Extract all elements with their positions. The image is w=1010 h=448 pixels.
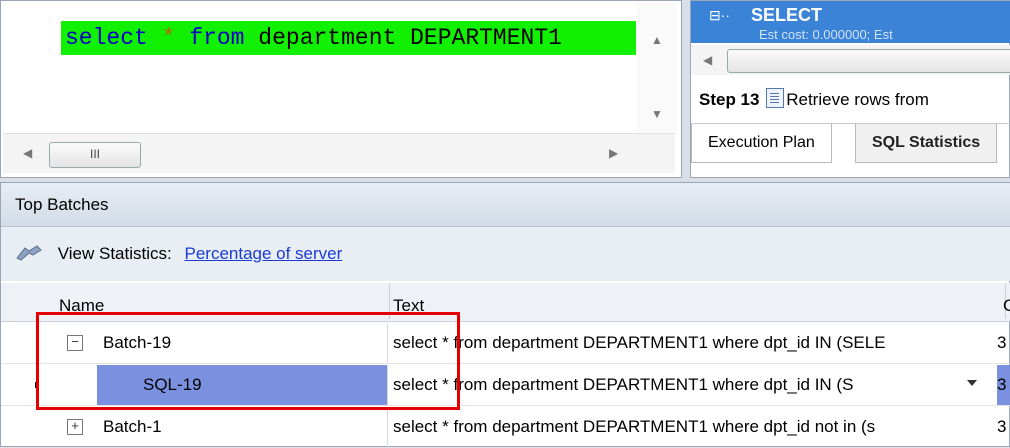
row-text-cell[interactable]: select * from department DEPARTMENT1 whe… <box>391 365 999 405</box>
view-statistics-bar: View Statistics: Percentage of server <box>1 227 1010 281</box>
execution-plan-pane: ⊟·· SELECT Est cost: 0.000000; Est ◀ Ste… <box>690 0 1010 178</box>
sql-star: * <box>161 25 176 51</box>
step-text: Retrieve rows from <box>786 90 929 109</box>
plan-node-select[interactable]: ⊟·· SELECT Est cost: 0.000000; Est <box>691 1 1010 43</box>
retrieve-rows-icon <box>766 88 785 108</box>
expand-icon[interactable]: + <box>67 419 83 435</box>
sql-keyword-from: from <box>189 25 245 51</box>
sql-text-line[interactable]: select * from department DEPARTMENT1 <box>61 21 636 55</box>
row-text-cell: select * from department DEPARTMENT1 whe… <box>393 417 876 436</box>
tree-collapse-icon[interactable]: ⊟·· <box>709 7 730 24</box>
scroll-left-icon[interactable]: ◀ <box>23 146 32 160</box>
scroll-thumb[interactable]: III <box>49 142 141 168</box>
editor-horizontal-scrollbar[interactable]: ◀ III ▶ <box>3 133 675 173</box>
view-statistics-icon <box>16 245 42 261</box>
percentage-of-server-link[interactable]: Percentage of server <box>184 244 342 263</box>
scroll-right-icon[interactable]: ▶ <box>609 146 618 160</box>
row-extra-cell: 3 <box>997 417 1007 436</box>
sql-table-text: department DEPARTMENT1 <box>258 25 562 51</box>
column-header-extra[interactable]: C <box>1003 283 1010 319</box>
plan-horizontal-scrollbar[interactable]: ◀ <box>691 45 1010 75</box>
scroll-left-icon[interactable]: ◀ <box>703 53 712 67</box>
chevron-down-icon[interactable] <box>967 380 977 386</box>
highlight-annotation-box <box>36 312 460 410</box>
sql-editor-pane[interactable]: select * from department DEPARTMENT1 ▲ ▼… <box>0 0 682 178</box>
table-row[interactable]: + Batch-1 select * from department DEPAR… <box>1 407 1010 448</box>
tab-execution-plan[interactable]: Execution Plan <box>691 124 832 163</box>
plan-node-subtext: Est cost: 0.000000; Est <box>759 27 893 42</box>
editor-vertical-scrollbar[interactable]: ▲ ▼ <box>637 3 677 133</box>
row-extra-cell: 3 <box>997 333 1007 352</box>
view-statistics-label: View Statistics: <box>57 244 172 263</box>
row-text: select * from department DEPARTMENT1 whe… <box>393 375 854 394</box>
step-label: Step 13 <box>699 90 760 109</box>
row-name-cell: + Batch-1 <box>1 407 388 447</box>
panel-title: Top Batches <box>1 183 1010 227</box>
plan-node-label: SELECT <box>751 5 823 25</box>
plan-scroll-thumb[interactable] <box>727 49 1010 73</box>
batch-name: Batch-1 <box>103 417 162 436</box>
row-extra-cell: 3 <box>997 365 1010 405</box>
plan-step-row: Step 13 Retrieve rows from <box>699 85 1010 115</box>
sql-keyword-select: select <box>65 25 148 51</box>
scroll-down-icon[interactable]: ▼ <box>651 107 663 121</box>
column-header-text[interactable]: Text <box>393 283 1006 319</box>
row-text-cell: select * from department DEPARTMENT1 whe… <box>393 333 886 352</box>
plan-tabs: Execution Plan SQL Statistics <box>691 123 1010 163</box>
tab-sql-statistics[interactable]: SQL Statistics <box>855 124 998 163</box>
scroll-up-icon[interactable]: ▲ <box>651 33 663 47</box>
